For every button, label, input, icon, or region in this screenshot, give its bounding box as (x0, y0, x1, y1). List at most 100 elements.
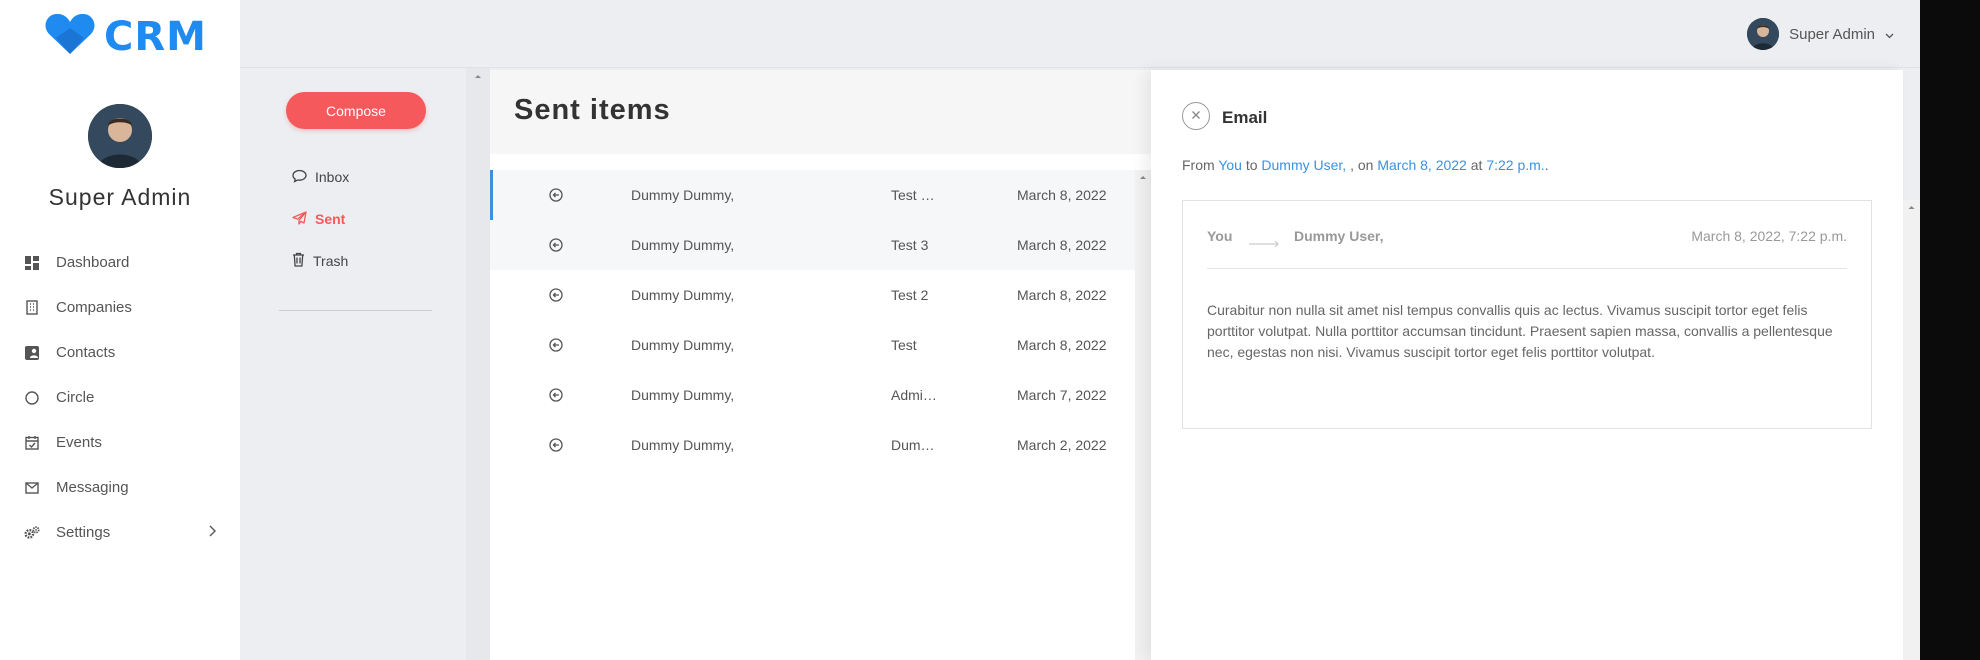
chevron-down-icon (1885, 26, 1894, 43)
table-row[interactable]: Dummy Dummy, Test 3 March 8, 2022 (490, 220, 1135, 270)
table-row[interactable]: Dummy Dummy, Dum… March 2, 2022 (490, 420, 1135, 470)
message-card: You Dummy User, March 8, 2022, 7:22 p.m.… (1182, 200, 1872, 429)
folder-sent[interactable]: Sent (292, 209, 345, 229)
table-row[interactable]: Dummy Dummy, Test 2 March 8, 2022 (490, 270, 1135, 320)
profile-avatar[interactable] (88, 104, 152, 168)
sidebar-item-events[interactable]: Events (0, 420, 240, 465)
message-list: Dummy Dummy, Test … March 8, 2022 Dummy … (490, 170, 1135, 470)
sidebar-item-label: Circle (56, 389, 95, 406)
message-date: March 8, 2022, 7:22 p.m. (1691, 228, 1847, 244)
screen-edge (1920, 0, 1980, 660)
meta-to-prefix: to (1245, 157, 1258, 173)
compose-button[interactable]: Compose (286, 92, 426, 129)
logo[interactable]: CRM (44, 12, 207, 61)
row-subject: Test (891, 337, 917, 353)
folder-divider (279, 310, 432, 311)
profile-name: Super Admin (48, 184, 192, 210)
row-from: Dummy Dummy, (631, 237, 735, 253)
folder-label: Inbox (315, 169, 350, 185)
reply-circle-icon (549, 238, 563, 255)
row-from: Dummy Dummy, (631, 187, 735, 203)
heart-logo-icon (44, 12, 96, 61)
close-icon (1191, 107, 1201, 125)
sidebar-item-label: Settings (56, 524, 111, 541)
calendar-check-icon (24, 435, 40, 451)
row-subject: Dum… (891, 437, 935, 453)
meta-from-prefix: From (1182, 157, 1215, 173)
building-icon (24, 300, 40, 316)
comment-icon (292, 169, 307, 186)
avatar (1747, 18, 1780, 50)
row-date: March 8, 2022 (1017, 187, 1107, 203)
user-menu[interactable]: Super Admin (1747, 18, 1894, 50)
sidebar-item-label: Companies (56, 299, 132, 316)
gears-icon (24, 525, 40, 541)
row-date: March 8, 2022 (1017, 287, 1107, 303)
message-body: Curabitur non nulla sit amet nisl tempus… (1207, 302, 1833, 360)
folder-trash[interactable]: Trash (292, 251, 348, 271)
row-date: March 2, 2022 (1017, 437, 1107, 453)
row-from: Dummy Dummy, (631, 437, 735, 453)
table-row[interactable]: Dummy Dummy, Admi… March 7, 2022 (490, 370, 1135, 420)
user-name: Super Admin (1789, 25, 1875, 43)
email-detail-panel: Email From You to Dummy User, , on March… (1151, 70, 1903, 660)
message-list-panel: Sent items Dummy Dummy, Test … March 8, … (490, 70, 1151, 660)
reply-circle-icon (549, 288, 563, 305)
list-scrollbar[interactable] (1135, 170, 1151, 660)
sidebar-nav: Dashboard Companies Contacts Circle Even… (0, 240, 240, 555)
reply-circle-icon (549, 188, 563, 205)
email-meta: From You to Dummy User, , on March 8, 20… (1182, 157, 1549, 173)
dashboard-icon (24, 255, 40, 271)
reply-circle-icon (549, 338, 563, 355)
meta-at-prefix: at (1470, 157, 1483, 173)
meta-to-link[interactable]: Dummy User, (1261, 157, 1350, 173)
detail-scrollbar[interactable] (1903, 200, 1920, 660)
detail-title: Email (1222, 108, 1268, 127)
row-date: March 7, 2022 (1017, 387, 1107, 403)
logo-text: CRM (104, 13, 207, 60)
row-subject: Test … (891, 187, 935, 203)
table-row[interactable]: Dummy Dummy, Test March 8, 2022 (490, 320, 1135, 370)
meta-from-link[interactable]: You (1218, 157, 1242, 173)
row-from: Dummy Dummy, (631, 287, 735, 303)
close-button[interactable] (1182, 102, 1210, 130)
mail-folders: Compose Inbox Sent Trash (240, 68, 466, 660)
chevron-right-icon (208, 524, 216, 541)
meta-date-link[interactable]: March 8, 2022 (1377, 157, 1467, 173)
row-date: March 8, 2022 (1017, 237, 1107, 253)
sidebar-item-settings[interactable]: Settings (0, 510, 240, 555)
sidebar-item-label: Contacts (56, 344, 116, 361)
trash-icon (292, 252, 305, 270)
folders-scrollbar[interactable] (466, 68, 490, 660)
page-title: Sent items (514, 94, 671, 126)
message-from: You (1207, 228, 1233, 244)
sidebar-item-companies[interactable]: Companies (0, 285, 240, 330)
reply-circle-icon (549, 388, 563, 405)
folder-inbox[interactable]: Inbox (292, 167, 349, 187)
sidebar-item-dashboard[interactable]: Dashboard (0, 240, 240, 285)
meta-on-prefix: , on (1350, 157, 1374, 173)
sidebar-item-contacts[interactable]: Contacts (0, 330, 240, 375)
row-from: Dummy Dummy, (631, 337, 735, 353)
sidebar-item-circle[interactable]: Circle (0, 375, 240, 420)
top-header: Super Admin (240, 0, 1920, 68)
sidebar-item-label: Dashboard (56, 254, 130, 271)
folder-label: Sent (315, 211, 346, 227)
row-from: Dummy Dummy, (631, 387, 735, 403)
table-row[interactable]: Dummy Dummy, Test … March 8, 2022 (490, 170, 1135, 220)
arrow-right-icon (1249, 235, 1281, 253)
sidebar-item-label: Events (56, 434, 102, 451)
row-subject: Test 2 (891, 287, 929, 303)
contacts-icon (24, 345, 40, 361)
meta-suffix: . (1544, 157, 1549, 173)
app-window: CRM Super Admin Dashboard Companies Cont… (0, 0, 1920, 660)
row-subject: Test 3 (891, 237, 929, 253)
row-date: March 8, 2022 (1017, 337, 1107, 353)
envelope-icon (24, 480, 40, 496)
sidebar-item-messaging[interactable]: Messaging (0, 465, 240, 510)
message-divider (1207, 268, 1847, 269)
paper-plane-icon (292, 210, 307, 228)
meta-time-link[interactable]: 7:22 p.m. (1486, 157, 1544, 173)
circle-icon (24, 390, 40, 406)
sidebar-item-label: Messaging (56, 479, 129, 496)
